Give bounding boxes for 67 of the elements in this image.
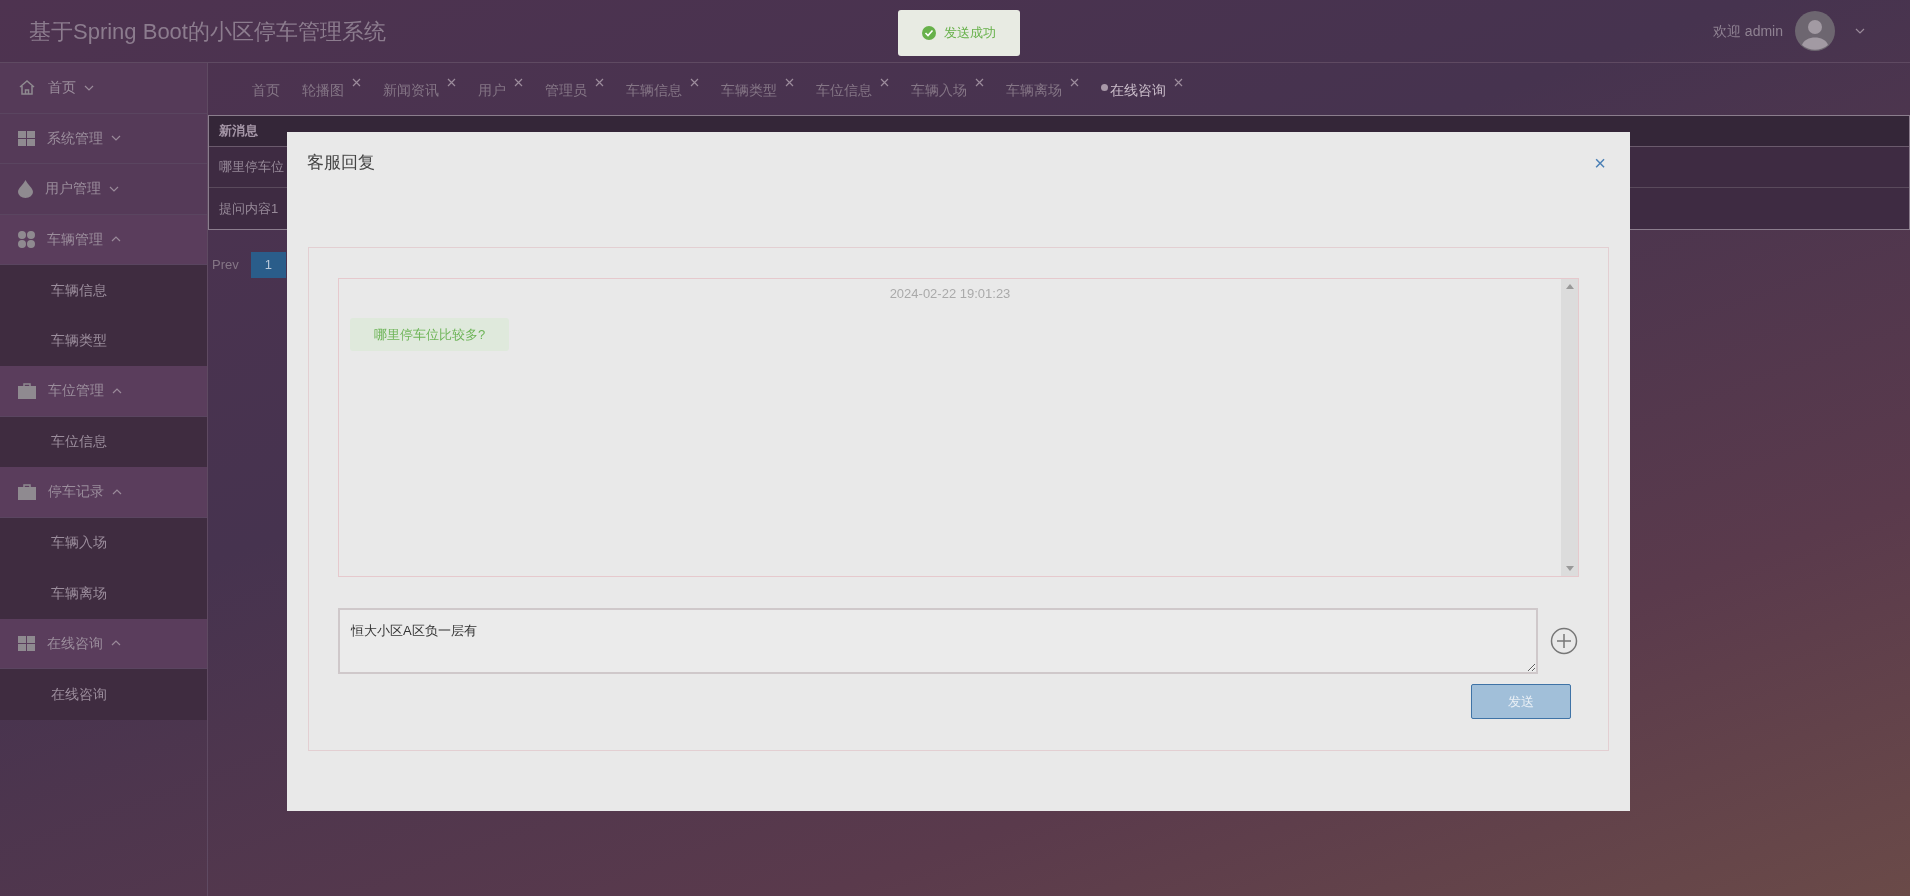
tab[interactable]: 新闻资讯 <box>383 77 456 101</box>
chevron-up-icon <box>111 640 121 647</box>
sidebar-subitem[interactable]: 车位信息 <box>0 416 207 467</box>
close-tab-icon[interactable] <box>975 77 984 87</box>
tab[interactable]: 车辆类型 <box>721 77 794 101</box>
sidebar-item[interactable]: 用户管理 <box>0 164 207 215</box>
scroll-down-icon[interactable] <box>1565 566 1574 571</box>
tab[interactable]: 轮播图 <box>302 77 361 101</box>
close-tab-icon[interactable] <box>880 77 889 87</box>
toast: 发送成功 <box>898 10 1020 56</box>
sidebar-item[interactable]: 首页 <box>0 63 207 114</box>
tab[interactable]: 车辆入场 <box>911 77 984 101</box>
sidebar-item[interactable]: 停车记录 <box>0 467 207 518</box>
close-tab-icon[interactable] <box>514 77 523 87</box>
table-cell-text: 哪里停车位 <box>219 158 284 177</box>
sidebar-item[interactable]: 系统管理 <box>0 113 207 164</box>
tab[interactable]: 车辆信息 <box>626 77 699 101</box>
close-tab-icon[interactable] <box>595 77 604 87</box>
chevron-up-icon <box>112 488 122 495</box>
home-icon <box>18 79 36 97</box>
reply-field[interactable]: 恒大小区A区负一层有 <box>338 608 1538 674</box>
check-circle-icon <box>922 26 936 40</box>
sidebar-subitem[interactable]: 车辆入场 <box>0 517 207 568</box>
sidebar-item[interactable]: 在线咨询 <box>0 618 207 669</box>
briefcase-icon <box>18 382 36 399</box>
tab[interactable]: 在线咨询 <box>1101 77 1183 101</box>
four-circles-icon <box>18 230 35 248</box>
scroll-up-icon[interactable] <box>1565 284 1574 289</box>
sidebar-item[interactable]: 车辆管理 <box>0 214 207 265</box>
tab[interactable]: 首页 <box>252 77 280 101</box>
sidebar-subitem[interactable]: 在线咨询 <box>0 669 207 720</box>
send-button[interactable]: 发送 <box>1471 684 1571 719</box>
add-circle-icon[interactable] <box>1550 627 1578 655</box>
tab[interactable]: 车位信息 <box>816 77 889 101</box>
close-tab-icon[interactable] <box>785 77 794 87</box>
dialog-title: 客服回复 <box>307 152 375 175</box>
chevron-down-icon <box>111 135 121 142</box>
prev-link[interactable]: Prev <box>212 255 239 275</box>
sidebar-subitem[interactable]: 车辆信息 <box>0 265 207 316</box>
welcome-text: 欢迎 admin <box>1712 21 1783 41</box>
grid-icon <box>18 130 35 146</box>
tab[interactable]: 用户 <box>478 77 523 101</box>
avatar[interactable] <box>1795 11 1835 51</box>
sidebar-subitem[interactable]: 车辆离场 <box>0 568 207 619</box>
grid-icon <box>18 635 35 651</box>
close-tab-icon[interactable] <box>1174 77 1183 87</box>
table-cell-text: 提问内容1 <box>219 199 279 218</box>
close-button[interactable]: × <box>1594 153 1606 173</box>
app-title: 基于Spring Boot的小区停车管理系统 <box>29 17 386 46</box>
chevron-up-icon <box>112 387 122 394</box>
chevron-down-icon <box>109 185 119 192</box>
tab[interactable]: 车辆离场 <box>1006 77 1079 101</box>
chevron-down-icon <box>84 84 94 91</box>
page-button[interactable]: 1 <box>250 252 286 278</box>
close-tab-icon[interactable] <box>447 77 456 87</box>
chevron-down-icon <box>1855 28 1865 34</box>
close-tab-icon[interactable] <box>352 77 361 87</box>
close-tab-icon[interactable] <box>1070 77 1079 87</box>
tab[interactable]: 管理员 <box>545 77 604 101</box>
message-time: 2024-02-22 19:01:23 <box>889 285 1011 303</box>
sidebar-subitem[interactable]: 车辆类型 <box>0 315 207 366</box>
sidebar-item[interactable]: 车位管理 <box>0 366 207 417</box>
close-tab-icon[interactable] <box>690 77 699 87</box>
chevron-up-icon <box>111 236 121 243</box>
message-bubble: 哪里停车位比较多? <box>350 317 510 351</box>
drop-icon <box>18 179 33 198</box>
briefcase-icon <box>18 483 36 500</box>
